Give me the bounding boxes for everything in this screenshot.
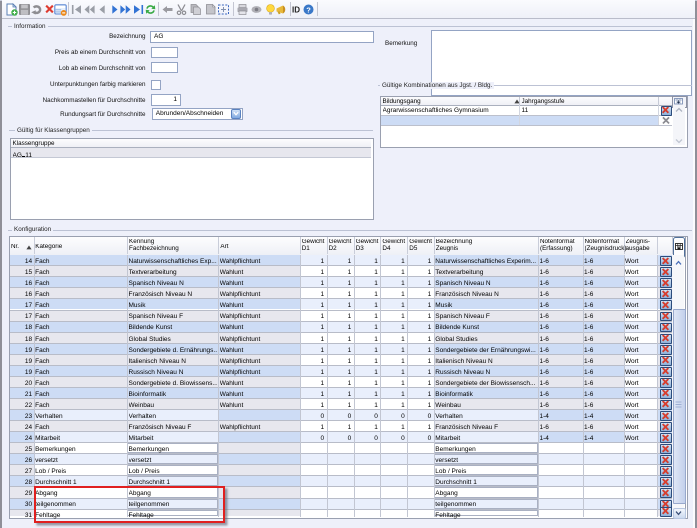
svg-text:?: ? (306, 5, 311, 14)
svg-text:ID: ID (292, 6, 300, 15)
